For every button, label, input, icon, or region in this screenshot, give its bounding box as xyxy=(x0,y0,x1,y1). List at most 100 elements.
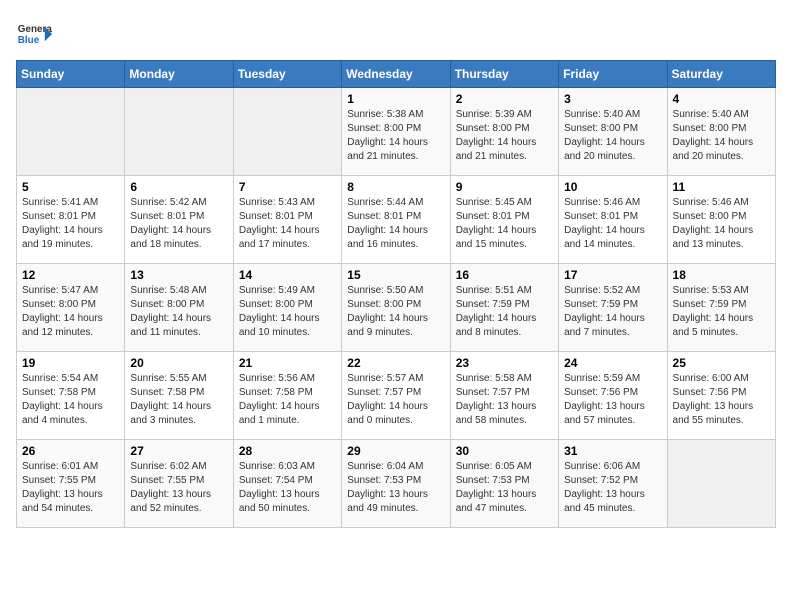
empty-cell xyxy=(125,88,233,176)
calendar-day-19: 19 Sunrise: 5:54 AMSunset: 7:58 PMDayligh… xyxy=(17,352,125,440)
calendar-day-21: 21 Sunrise: 5:56 AMSunset: 7:58 PMDayligh… xyxy=(233,352,341,440)
day-number: 28 xyxy=(239,444,336,458)
day-number: 11 xyxy=(673,180,770,194)
day-number: 12 xyxy=(22,268,119,282)
calendar-day-7: 7 Sunrise: 5:43 AMSunset: 8:01 PMDaylight… xyxy=(233,176,341,264)
calendar-day-12: 12 Sunrise: 5:47 AMSunset: 8:00 PMDayligh… xyxy=(17,264,125,352)
day-info: Sunrise: 5:40 AMSunset: 8:00 PMDaylight:… xyxy=(673,108,770,164)
calendar-day-17: 17 Sunrise: 5:52 AMSunset: 7:59 PMDayligh… xyxy=(559,264,667,352)
day-info: Sunrise: 5:38 AMSunset: 8:00 PMDaylight:… xyxy=(347,108,444,164)
day-number: 7 xyxy=(239,180,336,194)
day-number: 25 xyxy=(673,356,770,370)
day-number: 23 xyxy=(456,356,553,370)
weekday-header-sunday: Sunday xyxy=(17,61,125,88)
day-info: Sunrise: 5:58 AMSunset: 7:57 PMDaylight:… xyxy=(456,372,553,428)
day-number: 27 xyxy=(130,444,227,458)
day-info: Sunrise: 5:54 AMSunset: 7:58 PMDaylight:… xyxy=(22,372,119,428)
calendar-day-8: 8 Sunrise: 5:44 AMSunset: 8:01 PMDaylight… xyxy=(342,176,450,264)
calendar-header: SundayMondayTuesdayWednesdayThursdayFrid… xyxy=(17,61,776,88)
day-number: 22 xyxy=(347,356,444,370)
day-info: Sunrise: 5:41 AMSunset: 8:01 PMDaylight:… xyxy=(22,196,119,252)
day-info: Sunrise: 5:50 AMSunset: 8:00 PMDaylight:… xyxy=(347,284,444,340)
day-number: 10 xyxy=(564,180,661,194)
day-number: 8 xyxy=(347,180,444,194)
calendar-day-29: 29 Sunrise: 6:04 AMSunset: 7:53 PMDayligh… xyxy=(342,440,450,528)
calendar-day-26: 26 Sunrise: 6:01 AMSunset: 7:55 PMDayligh… xyxy=(17,440,125,528)
calendar-day-24: 24Sunrise: 5:59 AMSunset: 7:56 PMDayligh… xyxy=(559,352,667,440)
day-number: 17 xyxy=(564,268,661,282)
weekday-header-thursday: Thursday xyxy=(450,61,558,88)
day-number: 18 xyxy=(673,268,770,282)
day-info: Sunrise: 5:55 AMSunset: 7:58 PMDaylight:… xyxy=(130,372,227,428)
day-number: 14 xyxy=(239,268,336,282)
day-info: Sunrise: 5:59 AMSunset: 7:56 PMDaylight:… xyxy=(564,372,661,428)
calendar-day-4: 4 Sunrise: 5:40 AMSunset: 8:00 PMDaylight… xyxy=(667,88,775,176)
weekday-header-row: SundayMondayTuesdayWednesdayThursdayFrid… xyxy=(17,61,776,88)
calendar-day-6: 6Sunrise: 5:42 AMSunset: 8:01 PMDaylight… xyxy=(125,176,233,264)
day-info: Sunrise: 6:01 AMSunset: 7:55 PMDaylight:… xyxy=(22,460,119,516)
calendar-day-3: 3Sunrise: 5:40 AMSunset: 8:00 PMDaylight… xyxy=(559,88,667,176)
calendar-day-20: 20 Sunrise: 5:55 AMSunset: 7:58 PMDayligh… xyxy=(125,352,233,440)
day-info: Sunrise: 5:53 AMSunset: 7:59 PMDaylight:… xyxy=(673,284,770,340)
day-info: Sunrise: 5:46 AMSunset: 8:00 PMDaylight:… xyxy=(673,196,770,252)
day-number: 19 xyxy=(22,356,119,370)
day-info: Sunrise: 5:51 AMSunset: 7:59 PMDaylight:… xyxy=(456,284,553,340)
day-number: 26 xyxy=(22,444,119,458)
weekday-header-monday: Monday xyxy=(125,61,233,88)
calendar-week-row: 26 Sunrise: 6:01 AMSunset: 7:55 PMDayligh… xyxy=(17,440,776,528)
day-number: 5 xyxy=(22,180,119,194)
day-info: Sunrise: 5:52 AMSunset: 7:59 PMDaylight:… xyxy=(564,284,661,340)
calendar-day-31: 31Sunrise: 6:06 AMSunset: 7:52 PMDayligh… xyxy=(559,440,667,528)
day-number: 6 xyxy=(130,180,227,194)
calendar-table: SundayMondayTuesdayWednesdayThursdayFrid… xyxy=(16,60,776,528)
day-info: Sunrise: 5:39 AMSunset: 8:00 PMDaylight:… xyxy=(456,108,553,164)
calendar-week-row: 5 Sunrise: 5:41 AMSunset: 8:01 PMDaylight… xyxy=(17,176,776,264)
calendar-day-22: 22 Sunrise: 5:57 AMSunset: 7:57 PMDayligh… xyxy=(342,352,450,440)
day-info: Sunrise: 5:46 AMSunset: 8:01 PMDaylight:… xyxy=(564,196,661,252)
weekday-header-friday: Friday xyxy=(559,61,667,88)
calendar-day-11: 11 Sunrise: 5:46 AMSunset: 8:00 PMDayligh… xyxy=(667,176,775,264)
day-info: Sunrise: 6:04 AMSunset: 7:53 PMDaylight:… xyxy=(347,460,444,516)
logo-icon: General Blue xyxy=(16,16,52,52)
calendar-week-row: 12 Sunrise: 5:47 AMSunset: 8:00 PMDayligh… xyxy=(17,264,776,352)
calendar-day-23: 23 Sunrise: 5:58 AMSunset: 7:57 PMDayligh… xyxy=(450,352,558,440)
day-number: 16 xyxy=(456,268,553,282)
day-number: 2 xyxy=(456,92,553,106)
day-info: Sunrise: 5:43 AMSunset: 8:01 PMDaylight:… xyxy=(239,196,336,252)
day-info: Sunrise: 5:56 AMSunset: 7:58 PMDaylight:… xyxy=(239,372,336,428)
day-number: 15 xyxy=(347,268,444,282)
day-info: Sunrise: 5:40 AMSunset: 8:00 PMDaylight:… xyxy=(564,108,661,164)
day-number: 29 xyxy=(347,444,444,458)
calendar-week-row: 1Sunrise: 5:38 AMSunset: 8:00 PMDaylight… xyxy=(17,88,776,176)
calendar-week-row: 19 Sunrise: 5:54 AMSunset: 7:58 PMDayligh… xyxy=(17,352,776,440)
day-info: Sunrise: 5:45 AMSunset: 8:01 PMDaylight:… xyxy=(456,196,553,252)
calendar-day-2: 2 Sunrise: 5:39 AMSunset: 8:00 PMDaylight… xyxy=(450,88,558,176)
day-info: Sunrise: 5:48 AMSunset: 8:00 PMDaylight:… xyxy=(130,284,227,340)
day-info: Sunrise: 5:47 AMSunset: 8:00 PMDaylight:… xyxy=(22,284,119,340)
day-info: Sunrise: 5:44 AMSunset: 8:01 PMDaylight:… xyxy=(347,196,444,252)
day-info: Sunrise: 6:02 AMSunset: 7:55 PMDaylight:… xyxy=(130,460,227,516)
calendar-day-9: 9Sunrise: 5:45 AMSunset: 8:01 PMDaylight… xyxy=(450,176,558,264)
day-number: 4 xyxy=(673,92,770,106)
day-info: Sunrise: 6:03 AMSunset: 7:54 PMDaylight:… xyxy=(239,460,336,516)
calendar-day-25: 25Sunrise: 6:00 AMSunset: 7:56 PMDayligh… xyxy=(667,352,775,440)
calendar-day-15: 15 Sunrise: 5:50 AMSunset: 8:00 PMDayligh… xyxy=(342,264,450,352)
day-number: 21 xyxy=(239,356,336,370)
calendar-day-5: 5 Sunrise: 5:41 AMSunset: 8:01 PMDaylight… xyxy=(17,176,125,264)
calendar-day-28: 28 Sunrise: 6:03 AMSunset: 7:54 PMDayligh… xyxy=(233,440,341,528)
day-info: Sunrise: 6:06 AMSunset: 7:52 PMDaylight:… xyxy=(564,460,661,516)
calendar-day-27: 27 Sunrise: 6:02 AMSunset: 7:55 PMDayligh… xyxy=(125,440,233,528)
day-number: 13 xyxy=(130,268,227,282)
calendar-day-13: 13 Sunrise: 5:48 AMSunset: 8:00 PMDayligh… xyxy=(125,264,233,352)
calendar-day-14: 14Sunrise: 5:49 AMSunset: 8:00 PMDayligh… xyxy=(233,264,341,352)
svg-text:Blue: Blue xyxy=(18,35,40,46)
calendar-day-16: 16 Sunrise: 5:51 AMSunset: 7:59 PMDayligh… xyxy=(450,264,558,352)
calendar-day-30: 30Sunrise: 6:05 AMSunset: 7:53 PMDayligh… xyxy=(450,440,558,528)
empty-cell xyxy=(17,88,125,176)
day-number: 30 xyxy=(456,444,553,458)
day-info: Sunrise: 5:57 AMSunset: 7:57 PMDaylight:… xyxy=(347,372,444,428)
day-number: 20 xyxy=(130,356,227,370)
calendar-body: 1Sunrise: 5:38 AMSunset: 8:00 PMDaylight… xyxy=(17,88,776,528)
calendar-day-10: 10 Sunrise: 5:46 AMSunset: 8:01 PMDayligh… xyxy=(559,176,667,264)
empty-cell xyxy=(667,440,775,528)
